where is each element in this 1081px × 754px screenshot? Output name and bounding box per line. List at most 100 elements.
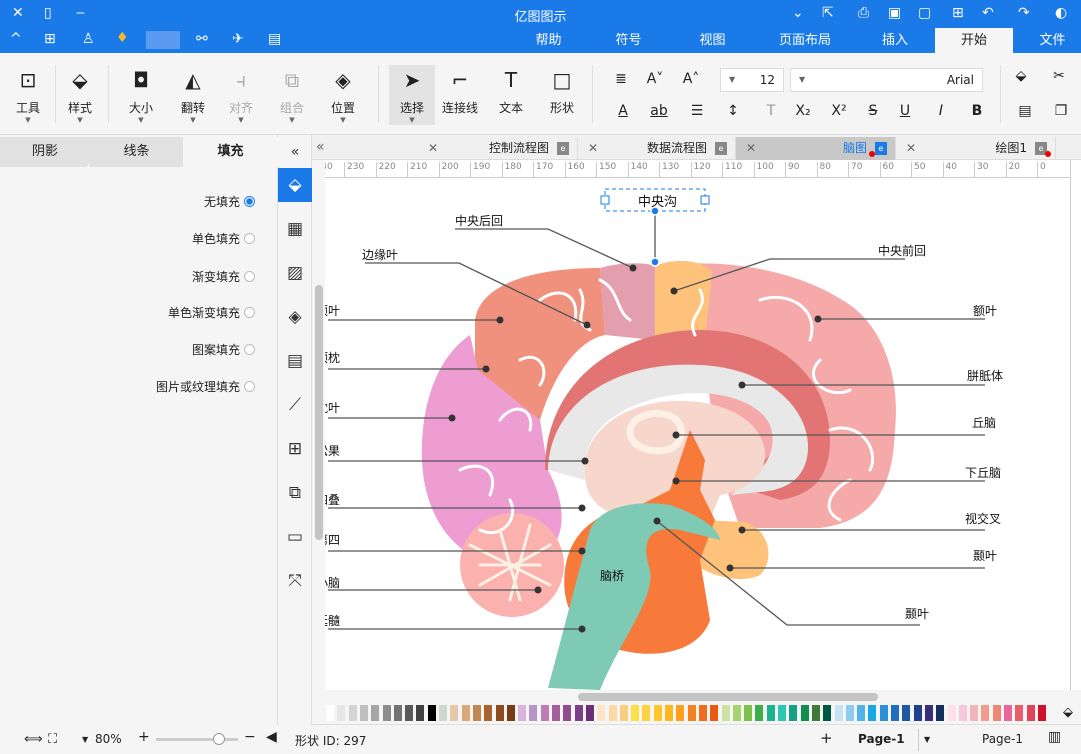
- fill-option[interactable]: 无填充: [204, 193, 255, 210]
- style-button[interactable]: ⬙ 样式 ▼: [57, 65, 103, 124]
- color-swatch[interactable]: [744, 705, 753, 721]
- size-button[interactable]: ◘ 大小 ▼: [118, 65, 164, 124]
- grid-icon[interactable]: ▦: [278, 212, 312, 246]
- publish-icon[interactable]: ✈: [232, 31, 244, 47]
- page-selector[interactable]: Page-1: [982, 732, 1023, 746]
- color-swatch[interactable]: [845, 705, 854, 721]
- color-swatch[interactable]: [778, 705, 786, 721]
- color-swatch[interactable]: [913, 705, 922, 721]
- color-swatch[interactable]: [619, 705, 628, 721]
- connector-button[interactable]: ⌐ 连接线: [437, 65, 483, 116]
- tab-fill[interactable]: 填充: [183, 137, 278, 167]
- label-quadrigeminal[interactable]: 四叠: [325, 491, 340, 508]
- collapse-ribbon-icon[interactable]: ^: [10, 31, 22, 47]
- radio-button[interactable]: [244, 271, 255, 282]
- color-swatch[interactable]: [506, 705, 515, 721]
- color-swatch[interactable]: [755, 705, 764, 721]
- fit-width-icon[interactable]: ⟺: [24, 732, 43, 747]
- zoom-slider-thumb[interactable]: [213, 733, 225, 745]
- avatar[interactable]: [146, 31, 180, 49]
- page-dropdown-icon[interactable]: ▼: [924, 735, 930, 744]
- table-icon[interactable]: ⊞: [278, 432, 312, 466]
- radio-button[interactable]: [244, 196, 255, 207]
- indent-icon[interactable]: ≣: [610, 71, 632, 87]
- color-swatch[interactable]: [337, 705, 346, 721]
- close-tab-icon[interactable]: ✕: [906, 137, 916, 160]
- connection-handle[interactable]: [650, 257, 660, 267]
- label-cerebellum[interactable]: 小脑: [325, 574, 340, 591]
- format-painter-icon[interactable]: ⬙: [1010, 68, 1032, 84]
- color-swatch[interactable]: [687, 705, 696, 721]
- color-swatch[interactable]: [631, 705, 640, 721]
- zoom-slider[interactable]: [156, 738, 238, 741]
- color-swatch[interactable]: [924, 705, 933, 721]
- drawing-canvas[interactable]: 中央后回边缘叶顶叶顶枕枕叶松果四叠第四小脑延髓 脑桥 中央前回额叶胼胝体丘脑下丘脑视…: [325, 178, 1070, 690]
- tab-home[interactable]: 开始: [935, 28, 1013, 53]
- line-spacing-icon[interactable]: ↕: [722, 103, 744, 119]
- zoom-dropdown-icon[interactable]: ▼: [82, 735, 88, 744]
- color-swatch[interactable]: [552, 705, 560, 721]
- tab-insert[interactable]: 插入: [870, 28, 920, 53]
- color-swatch[interactable]: [472, 705, 481, 721]
- increase-font-icon[interactable]: A˄: [680, 71, 702, 87]
- superscript-icon[interactable]: X²: [828, 103, 850, 119]
- label-parietal[interactable]: 顶叶: [325, 302, 340, 319]
- color-swatch[interactable]: [800, 705, 809, 721]
- copy-icon[interactable]: ❐: [1050, 103, 1072, 119]
- zoom-level[interactable]: 80%: [95, 732, 122, 746]
- play-icon[interactable]: ◀: [266, 729, 277, 745]
- page-tab[interactable]: Page-1: [858, 732, 905, 746]
- label-fourth-ventricle[interactable]: 第四: [325, 531, 340, 548]
- more-icon[interactable]: ⌄: [792, 5, 804, 21]
- radio-button[interactable]: [244, 344, 255, 355]
- image-icon[interactable]: ▨: [278, 256, 312, 290]
- bold-icon[interactable]: B: [966, 103, 988, 119]
- tools-button[interactable]: ⊡ 工具 ▼: [5, 65, 51, 124]
- tab-symbol[interactable]: 符号: [606, 28, 651, 53]
- color-swatch[interactable]: [574, 705, 583, 721]
- color-swatch[interactable]: [359, 705, 368, 721]
- underline-icon[interactable]: U: [894, 103, 916, 119]
- color-swatch[interactable]: [676, 705, 685, 721]
- vertical-scroll-thumb[interactable]: [315, 285, 323, 540]
- color-swatch[interactable]: [698, 705, 707, 721]
- label-optic-chiasm[interactable]: 视交叉: [965, 510, 1001, 527]
- color-swatch[interactable]: [811, 705, 820, 721]
- font-color-icon[interactable]: A: [612, 103, 634, 119]
- color-swatch[interactable]: [891, 705, 899, 721]
- label-pons[interactable]: 脑桥: [600, 567, 624, 584]
- undo-icon[interactable]: ↶: [982, 5, 994, 21]
- page-icon[interactable]: ▤: [278, 344, 312, 378]
- tab-view[interactable]: 视图: [690, 28, 735, 53]
- radio-button[interactable]: [244, 233, 255, 244]
- tab-help[interactable]: 帮助: [526, 28, 571, 53]
- doc-tab-active[interactable]: ✕ 脑图 e: [736, 137, 896, 160]
- radio-button[interactable]: [244, 381, 255, 392]
- comment-icon[interactable]: ▤: [268, 31, 281, 47]
- color-swatch[interactable]: [902, 705, 911, 721]
- label-medulla[interactable]: 延髓: [325, 612, 340, 629]
- font-family-select[interactable]: ▼ Arial: [790, 68, 983, 92]
- zoom-out-icon[interactable]: −: [244, 729, 256, 745]
- close-tab-icon[interactable]: ✕: [746, 137, 756, 160]
- radio-button[interactable]: [244, 307, 255, 318]
- vip-icon[interactable]: ♦: [116, 30, 129, 46]
- color-swatch[interactable]: [439, 705, 447, 721]
- label-corpus-callosum[interactable]: 胼胝体: [967, 367, 1003, 384]
- label-parieto-occipital[interactable]: 顶枕: [325, 349, 340, 366]
- color-swatch[interactable]: [970, 705, 979, 721]
- share-icon[interactable]: ⚯: [196, 31, 208, 47]
- resize-handle[interactable]: [700, 195, 710, 205]
- color-swatch[interactable]: [642, 705, 651, 721]
- resize-handle[interactable]: [600, 195, 610, 205]
- label-occipital[interactable]: 枕叶: [325, 399, 340, 416]
- doc-tab[interactable]: ✕ 绘图1 e: [896, 137, 1056, 160]
- tab-page-layout[interactable]: 页面布局: [770, 28, 840, 53]
- label-temporal1[interactable]: 颞叶: [973, 547, 997, 564]
- color-swatch[interactable]: [834, 705, 843, 721]
- highlight-icon[interactable]: ab: [648, 103, 670, 119]
- color-swatch[interactable]: [992, 705, 1001, 721]
- color-swatch[interactable]: [721, 705, 730, 721]
- label-frontal[interactable]: 额叶: [973, 302, 997, 319]
- text-format-icon[interactable]: T: [760, 103, 782, 119]
